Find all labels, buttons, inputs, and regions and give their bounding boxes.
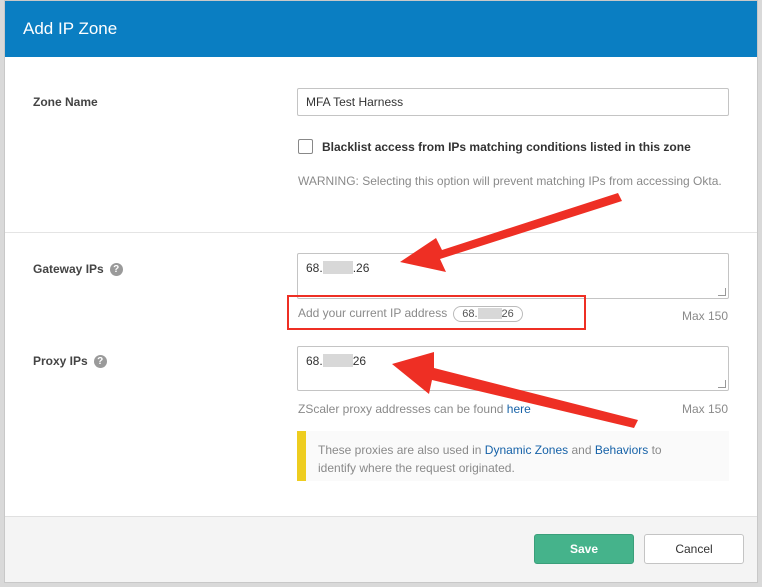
dialog-title: Add IP Zone	[23, 19, 118, 38]
note-text-and: and	[571, 443, 592, 457]
gateway-ips-label: Gateway IPs?	[33, 262, 123, 277]
gateway-ips-label-text: Gateway IPs	[33, 262, 104, 276]
dialog-header: Add IP Zone	[5, 1, 757, 57]
note-line-2: identify where the request originated.	[318, 461, 515, 475]
proxy-ips-textarea[interactable]: 68. 26	[297, 346, 729, 391]
blacklist-warning: WARNING: Selecting this option will prev…	[298, 174, 722, 188]
blacklist-label[interactable]: Blacklist access from IPs matching condi…	[322, 140, 691, 154]
dialog-footer: Save Cancel	[5, 516, 757, 582]
resize-grip-icon[interactable]	[718, 380, 726, 388]
redacted-block	[322, 261, 353, 274]
proxy-ip-suffix: 26	[352, 354, 367, 368]
note-text-before: These proxies are also used in	[318, 443, 482, 457]
resize-grip-icon[interactable]	[718, 288, 726, 296]
proxy-ips-label-text: Proxy IPs	[33, 354, 88, 368]
gateway-max-count: Max 150	[682, 309, 729, 323]
proxy-hint-link[interactable]: here	[507, 402, 531, 416]
gateway-ip-suffix: .26	[352, 261, 370, 275]
proxies-note: These proxies are also used in Dynamic Z…	[297, 431, 729, 481]
note-line-1: These proxies are also used in Dynamic Z…	[318, 441, 729, 459]
zone-name-input[interactable]	[297, 88, 729, 116]
proxy-ips-label: Proxy IPs?	[33, 354, 107, 369]
section-divider	[5, 232, 757, 233]
gateway-ips-textarea[interactable]: 68. .26	[297, 253, 729, 299]
proxy-hint-text: ZScaler proxy addresses can be found	[298, 402, 504, 416]
gateway-ip-prefix: 68.	[306, 261, 323, 275]
behaviors-link[interactable]: Behaviors	[595, 443, 648, 457]
save-button[interactable]: Save	[534, 534, 634, 564]
note-text-after: to	[651, 443, 662, 457]
cancel-button[interactable]: Cancel	[644, 534, 744, 564]
proxy-ip-prefix: 68.	[306, 354, 323, 368]
proxy-hint: ZScaler proxy addresses can be found her…	[298, 402, 531, 416]
dynamic-zones-link[interactable]: Dynamic Zones	[485, 443, 568, 457]
add-ip-zone-dialog: Add IP Zone Zone Name Blacklist access f…	[4, 0, 758, 583]
redacted-block	[322, 354, 353, 367]
zone-name-label: Zone Name	[33, 95, 98, 109]
question-circle-icon[interactable]: ?	[109, 263, 123, 277]
annotation-highlight-box	[287, 295, 586, 330]
proxy-max-count: Max 150	[682, 402, 729, 416]
question-circle-icon[interactable]: ?	[93, 355, 107, 369]
blacklist-checkbox[interactable]	[298, 139, 313, 154]
